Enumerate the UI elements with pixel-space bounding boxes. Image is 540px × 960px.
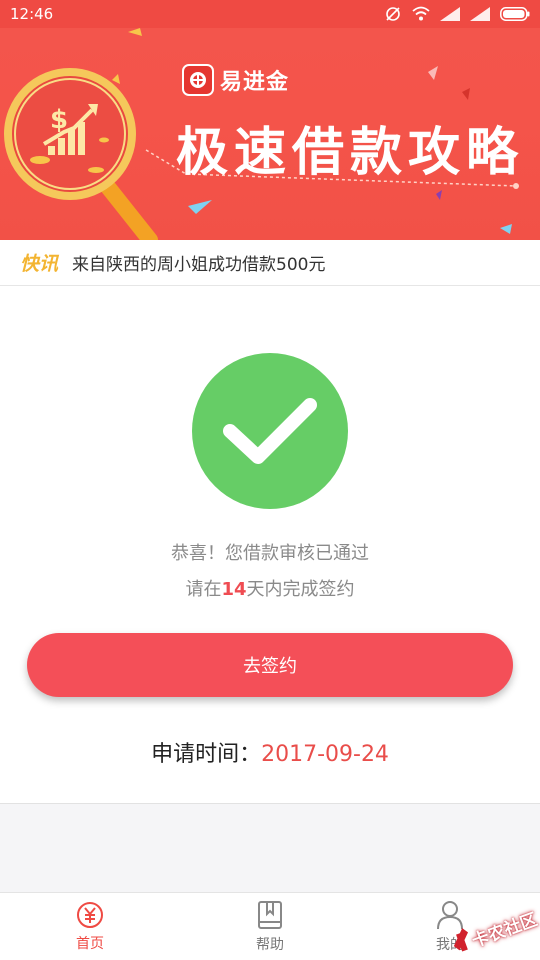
user-icon bbox=[437, 900, 463, 929]
brand-logo-icon bbox=[182, 64, 214, 96]
wifi-icon bbox=[412, 6, 430, 21]
success-badge bbox=[192, 353, 348, 509]
check-icon bbox=[223, 398, 317, 464]
apply-time-value: 2017-09-24 bbox=[261, 742, 389, 767]
magnifier-icon bbox=[4, 68, 158, 240]
nav-label-mine: 我的 bbox=[436, 936, 464, 953]
approval-result: 恭喜！您借款审核已通过 请在14天内完成签约 去签约 申请时间：2017-09-… bbox=[0, 286, 540, 804]
brand-name: 易进金 bbox=[220, 70, 290, 95]
dollar-icon: $ bbox=[50, 105, 68, 135]
ticker-tag: 快讯 bbox=[20, 253, 59, 275]
app-screen: 12:46 $ 易进金 极速借款攻略 快讯 来自陕西的周小姐成功借款500元 恭… bbox=[0, 0, 540, 960]
promo-banner[interactable]: $ 易进金 极速借款攻略 bbox=[0, 28, 540, 240]
deadline-days: 14 bbox=[221, 579, 247, 600]
status-bar: 12:46 bbox=[0, 0, 540, 28]
status-time: 12:46 bbox=[10, 5, 54, 23]
nav-item-help[interactable]: 帮助 bbox=[180, 893, 360, 960]
battery-icon bbox=[500, 7, 530, 21]
yuan-circle-icon bbox=[77, 901, 103, 928]
book-icon bbox=[258, 900, 282, 929]
banner-title: 极速借款攻略 bbox=[176, 123, 525, 183]
apply-time: 申请时间：2017-09-24 bbox=[0, 736, 540, 768]
signal-icon bbox=[440, 7, 460, 21]
brand: 易进金 bbox=[182, 64, 289, 96]
deadline-suffix: 天内完成签约 bbox=[246, 579, 355, 600]
apply-time-label: 申请时间： bbox=[151, 742, 262, 767]
nav-label-home: 首页 bbox=[76, 935, 104, 952]
nav-item-home[interactable]: 首页 bbox=[0, 893, 180, 960]
status-icons bbox=[384, 5, 530, 23]
ticker-text: 来自陕西的周小姐成功借款500元 bbox=[72, 255, 326, 275]
signal-icon-2 bbox=[470, 7, 490, 21]
sync-off-icon bbox=[386, 7, 400, 21]
sign-button[interactable]: 去签约 bbox=[27, 633, 513, 697]
svg-text:$: $ bbox=[50, 105, 68, 135]
bottom-nav: 首页 帮助 我的 bbox=[0, 892, 540, 960]
news-ticker: 快讯 来自陕西的周小姐成功借款500元 bbox=[0, 240, 540, 286]
deadline-prefix: 请在 bbox=[185, 579, 222, 600]
approval-message: 恭喜！您借款审核已通过 bbox=[171, 543, 369, 564]
sign-deadline-message: 请在14天内完成签约 bbox=[0, 575, 540, 601]
nav-label-help: 帮助 bbox=[256, 936, 284, 953]
